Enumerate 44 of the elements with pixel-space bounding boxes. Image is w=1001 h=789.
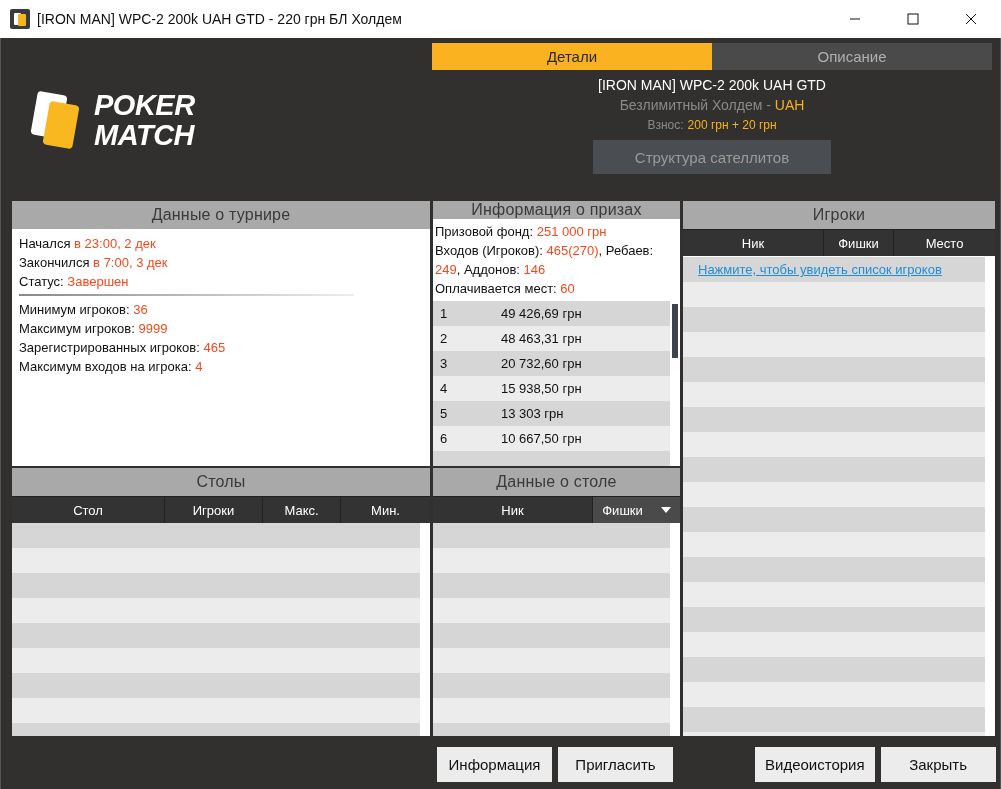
maximize-icon[interactable] bbox=[907, 13, 919, 25]
action-button[interactable]: Информация bbox=[437, 747, 552, 782]
tournament-name: [IRON MAN] WPC-2 200k UAH GTD bbox=[598, 76, 826, 95]
logo-text: MATCH bbox=[94, 119, 195, 150]
info-line: Максимум входов на игрока: 4 bbox=[19, 358, 204, 376]
prize-row: 6 10 667,50 грн bbox=[433, 426, 670, 451]
action-button[interactable]: Пригласить bbox=[558, 747, 673, 782]
panel-header: Данные о турнире bbox=[12, 201, 430, 229]
prize-row: 3 20 732,60 грн bbox=[433, 351, 670, 376]
info-line: Входов (Игроков): 465(270), Ребаев: 249, Аддонов: 146 bbox=[435, 242, 655, 279]
buyin-value: 200 грн + 20 грн bbox=[687, 117, 777, 134]
column-header[interactable]: Ник bbox=[683, 230, 823, 256]
column-label: Фишки bbox=[602, 502, 643, 518]
action-button[interactable]: Закрыть bbox=[880, 747, 996, 782]
prize-row: 2 48 463,31 грн bbox=[433, 326, 670, 351]
panel-header: Игроки bbox=[683, 201, 995, 229]
action-button[interactable]: Видеоистория bbox=[755, 747, 875, 782]
prize-row: 1 49 426,69 грн bbox=[433, 301, 670, 326]
panel-header: Информация о призах bbox=[433, 201, 680, 219]
app-icon bbox=[10, 9, 30, 29]
info-line: Зарегистрированных игроков: 465 bbox=[19, 339, 227, 357]
column-header[interactable]: Стол bbox=[12, 497, 164, 523]
column-header[interactable]: Ник bbox=[433, 497, 592, 523]
info-line: Минимум игроков: 36 bbox=[19, 301, 149, 319]
tab[interactable]: Описание bbox=[712, 43, 992, 70]
game-type: Безлимитный Холдем - UAH bbox=[619, 96, 805, 115]
info-line: Призовой фонд: 251 000 грн bbox=[435, 223, 608, 241]
tab[interactable]: Детали bbox=[432, 43, 712, 70]
panel-header: Столы bbox=[12, 468, 430, 496]
buyin-label: Взнос: bbox=[647, 117, 684, 134]
info-line: Начался в 23:00, 2 дек bbox=[19, 235, 157, 253]
info-line: Оплачивается мест: 60 bbox=[435, 280, 576, 298]
info-line: Максимум игроков: 9999 bbox=[19, 320, 169, 338]
window-title: [IRON MAN] WPC-2 200k UAH GTD - 220 грн БЛ Холдем bbox=[37, 11, 402, 27]
column-header[interactable]: Фишки bbox=[592, 497, 680, 523]
panel-header: Данные о столе bbox=[433, 468, 680, 496]
close-icon[interactable] bbox=[965, 13, 977, 25]
prize-row: 4 15 938,50 грн bbox=[433, 376, 670, 401]
info-line: Статус: Завершен bbox=[19, 273, 130, 291]
logo-text: POKER bbox=[94, 89, 195, 120]
scrollbar-thumb[interactable] bbox=[672, 304, 678, 358]
prize-row: 5 13 303 грн bbox=[433, 401, 670, 426]
caret-icon bbox=[660, 507, 671, 513]
info-line: Закончился в 7:00, 3 дек bbox=[19, 254, 169, 272]
